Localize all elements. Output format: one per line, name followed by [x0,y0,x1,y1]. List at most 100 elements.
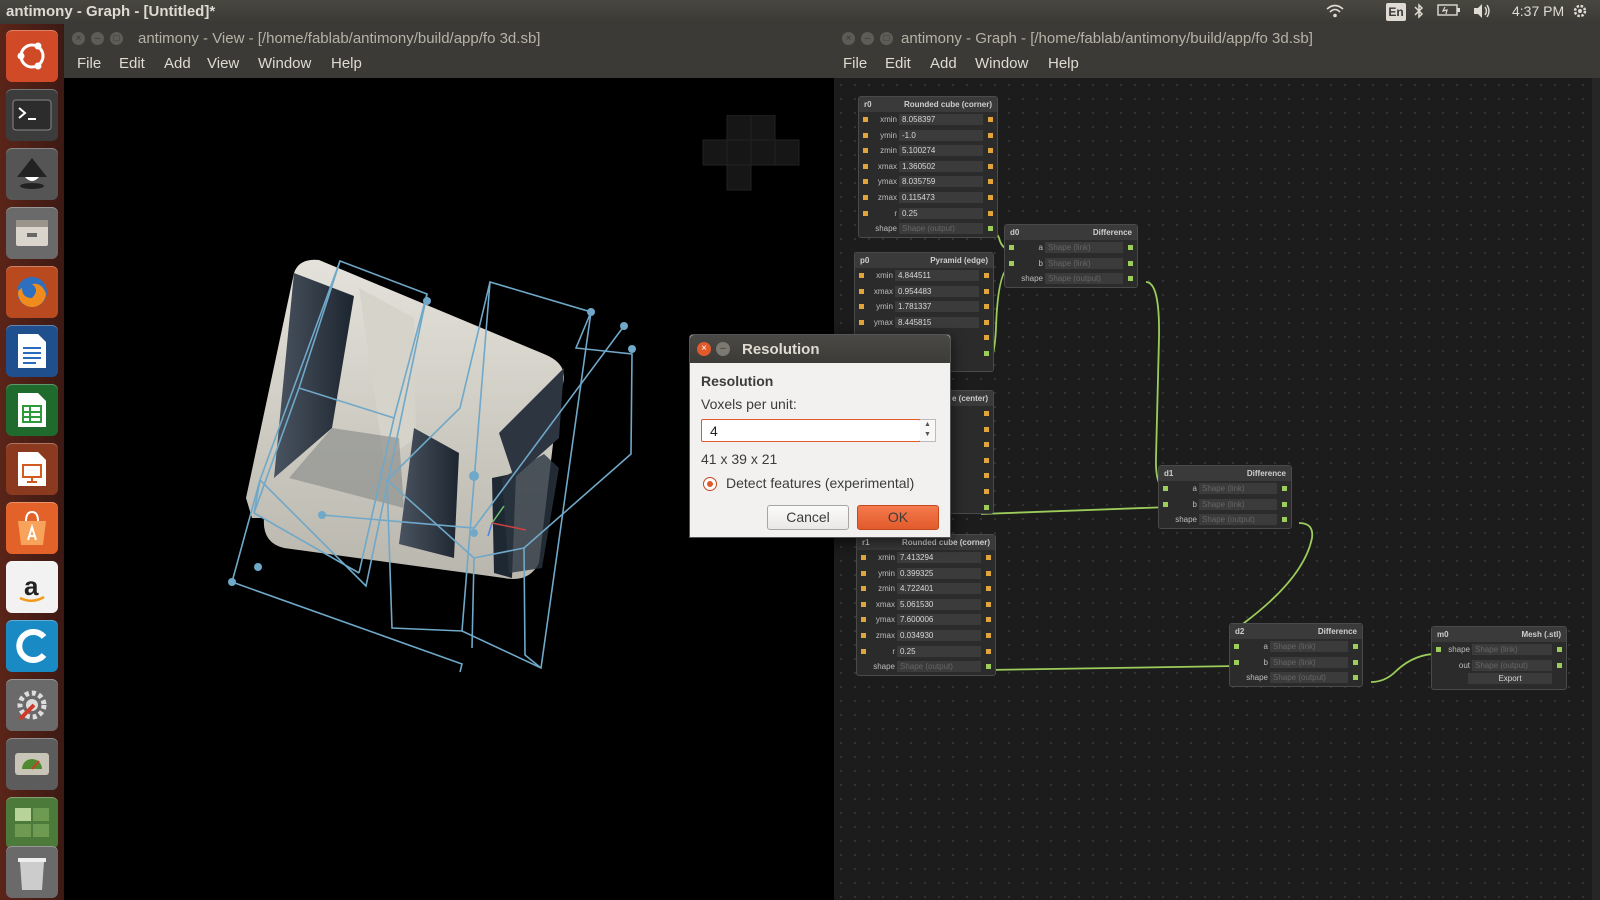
output-port[interactable] [986,632,991,638]
input-port[interactable] [861,648,866,654]
param-value[interactable]: 1.360502 [899,160,983,172]
input-port[interactable] [1234,644,1239,649]
param-value[interactable]: 7.600006 [897,614,981,626]
input-port[interactable] [1436,647,1441,652]
output-port[interactable] [988,194,993,200]
keyboard-layout-indicator[interactable]: En [1386,3,1406,21]
param-value[interactable]: 0.954483 [895,285,979,297]
output-port[interactable] [988,163,993,169]
output-port[interactable] [1128,260,1133,266]
output-port[interactable] [1128,276,1133,282]
menu-window[interactable]: Window [975,55,1028,72]
menu-help[interactable]: Help [331,55,362,72]
param-value[interactable]: 8.445815 [895,316,979,328]
menu-file[interactable]: File [77,55,101,72]
inkscape-icon[interactable] [6,148,58,200]
close-icon[interactable]: × [697,342,711,356]
graph-node-r0[interactable]: r0 Rounded cube (corner) xmin 8.058397 ym… [858,96,998,238]
session-gear-icon[interactable] [1572,3,1588,22]
output-port[interactable] [988,179,993,185]
trash-icon[interactable] [6,846,58,898]
output-port[interactable] [986,586,991,592]
voxels-spin-buttons[interactable]: ▲ ▼ [920,419,936,442]
minimize-icon[interactable]: – [91,32,104,45]
maximize-icon[interactable]: □ [880,32,893,45]
output-port[interactable] [986,617,991,623]
output-port[interactable] [988,210,993,216]
graph-node-d1[interactable]: d1 Difference a Shape (link) b Shape (link… [1158,465,1292,529]
output-port[interactable] [986,555,991,560]
graph-node-d0[interactable]: d0 Difference a Shape (link) b Shape (link… [1004,224,1138,288]
bluetooth-icon[interactable] [1414,3,1424,22]
workspace-switcher-icon[interactable] [6,797,58,849]
output-port[interactable] [986,664,991,670]
output-port[interactable] [984,273,989,278]
output-port[interactable] [1128,245,1133,250]
detect-features-label[interactable]: Detect features (experimental) [726,475,914,491]
output-port[interactable] [984,335,989,341]
graph-window-titlebar[interactable]: × – □ antimony - Graph - [/home/fablab/a… [834,24,1600,52]
menu-help[interactable]: Help [1048,55,1079,72]
menu-window[interactable]: Window [258,55,311,72]
impress-icon[interactable] [6,443,58,495]
param-value[interactable]: 1.781337 [895,301,979,313]
output-port[interactable] [1557,647,1562,652]
param-value[interactable]: 0.25 [897,645,981,657]
input-port[interactable] [863,179,868,185]
calc-icon[interactable] [6,384,58,436]
input-port[interactable] [861,601,866,607]
output-port[interactable] [1282,486,1287,491]
ok-button[interactable]: OK [857,505,939,530]
output-port[interactable] [1282,517,1287,523]
system-settings-icon[interactable] [6,679,58,731]
minimize-icon[interactable]: – [861,32,874,45]
clock[interactable]: 4:37 PM [1512,3,1564,19]
disk-usage-icon[interactable] [6,738,58,790]
file-manager-icon[interactable] [6,207,58,259]
param-value[interactable]: 5.061530 [897,598,981,610]
graph-node-r1[interactable]: r1 Rounded cube (corner) xmin 7.413294 ym… [856,534,996,676]
output-port[interactable] [986,570,991,576]
input-port[interactable] [1163,486,1168,491]
output-port[interactable] [988,132,993,138]
close-icon[interactable]: × [842,32,855,45]
export-button[interactable]: Export [1468,673,1552,685]
input-port[interactable] [861,570,866,576]
input-port[interactable] [1163,501,1168,507]
menu-add[interactable]: Add [164,55,191,72]
volume-icon[interactable] [1472,3,1492,22]
param-value[interactable]: 0.25 [899,207,983,219]
output-port[interactable] [984,504,989,510]
param-value[interactable]: 0.399325 [897,567,981,579]
amazon-icon[interactable]: a [6,561,58,613]
maximize-icon[interactable]: □ [110,32,123,45]
output-port[interactable] [984,350,989,356]
close-icon[interactable]: × [72,32,85,45]
output-port[interactable] [984,473,989,479]
input-port[interactable] [863,117,868,122]
ubuntu-dash-icon[interactable] [6,30,58,82]
output-port[interactable] [1557,662,1562,668]
output-port[interactable] [986,648,991,654]
output-port[interactable] [986,601,991,607]
graph-node-d2[interactable]: d2 Difference a Shape (link) b Shape (link… [1229,623,1363,687]
view-window-titlebar[interactable]: × – □ antimony - View - [/home/fablab/an… [64,24,834,52]
terminal-icon[interactable] [6,89,58,141]
input-port[interactable] [863,194,868,200]
output-port[interactable] [1282,501,1287,507]
model-render[interactable] [154,178,694,698]
software-center-icon[interactable] [6,502,58,554]
cancel-button[interactable]: Cancel [767,505,849,530]
input-port[interactable] [859,288,864,294]
voxels-per-unit-input[interactable]: 4 [701,419,921,442]
battery-icon[interactable] [1437,3,1461,20]
detect-features-radio[interactable] [703,477,717,491]
writer-icon[interactable] [6,325,58,377]
output-port[interactable] [984,426,989,432]
param-value[interactable]: 0.034930 [897,629,981,641]
param-value[interactable]: 5.100274 [899,145,983,157]
input-port[interactable] [859,304,864,310]
output-port[interactable] [1353,675,1358,681]
output-port[interactable] [1353,659,1358,665]
output-port[interactable] [1353,644,1358,649]
